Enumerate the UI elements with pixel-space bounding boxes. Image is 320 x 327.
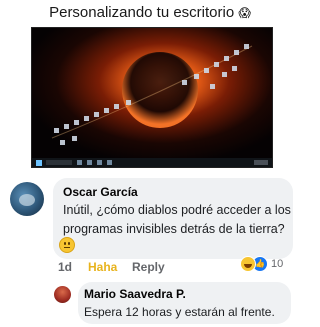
taskbar [32,158,272,167]
taskbar-app-icon [97,160,102,165]
reply-text: Espera 12 horas y estarán al frente. [84,305,275,319]
comment-timestamp[interactable]: 1d [58,260,88,274]
desktop-screenshot-image [31,27,273,168]
reaction-count: 10 [271,258,284,270]
avatar[interactable] [54,286,71,303]
taskbar-search-box [46,160,72,165]
desktop-wallpaper-icon [32,28,272,167]
post-title: Personalizando tu escritorio 😱 [0,4,300,21]
reply-author[interactable]: Mario Saavedra P. [84,287,186,301]
comment-text: Inútil, ¿cómo diablos podré acceder a lo… [63,203,291,236]
taskbar-app-icon [77,160,82,165]
neutral-face-icon [59,237,75,253]
taskbar-app-icon [107,160,112,165]
reaction-summary[interactable]: 👍 10 [240,256,283,272]
comment-actions: 1d Haha Reply [58,260,172,274]
avatar[interactable] [10,182,44,216]
reply-button[interactable]: Reply [132,260,172,274]
scream-emoji-icon: 😱 [238,6,251,20]
start-icon [36,159,42,166]
haha-reaction-button[interactable]: Haha [88,260,132,274]
comment-author[interactable]: Oscar García [63,185,138,199]
haha-icon [240,256,256,272]
taskbar-clock [254,160,268,165]
post-title-text: Personalizando tu escritorio [49,4,235,21]
taskbar-app-icon [87,160,92,165]
